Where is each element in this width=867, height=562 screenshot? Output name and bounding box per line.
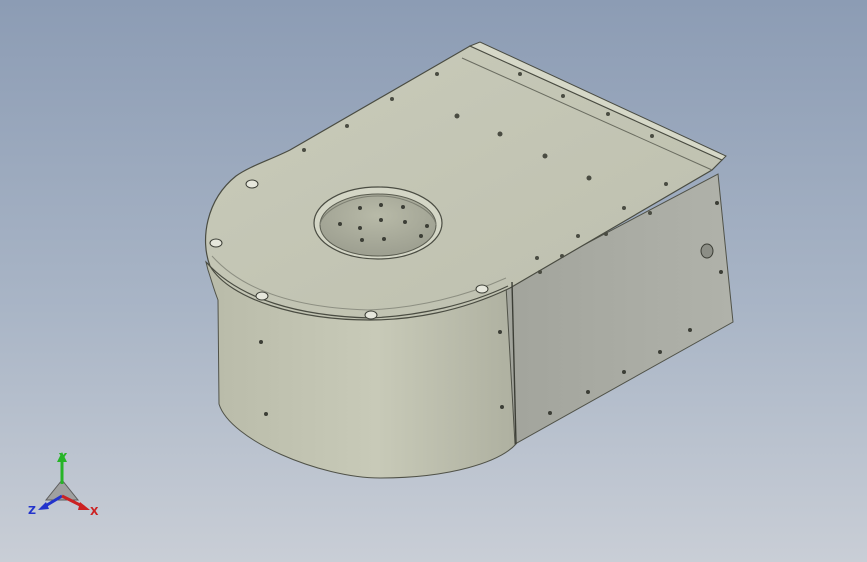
inlet-opening	[319, 193, 437, 257]
triad-z-label: Z	[28, 504, 36, 517]
3d-model[interactable]	[0, 0, 867, 562]
x-arrow	[78, 502, 90, 510]
side-panel-port	[700, 243, 714, 259]
triad-graphic	[38, 452, 90, 510]
triad-x-label: X	[90, 505, 99, 518]
triad-y-label: Y	[59, 451, 67, 464]
coordinate-triad: Y Z X	[0, 440, 110, 562]
graphics-viewport[interactable]: Y Z X	[0, 0, 867, 562]
